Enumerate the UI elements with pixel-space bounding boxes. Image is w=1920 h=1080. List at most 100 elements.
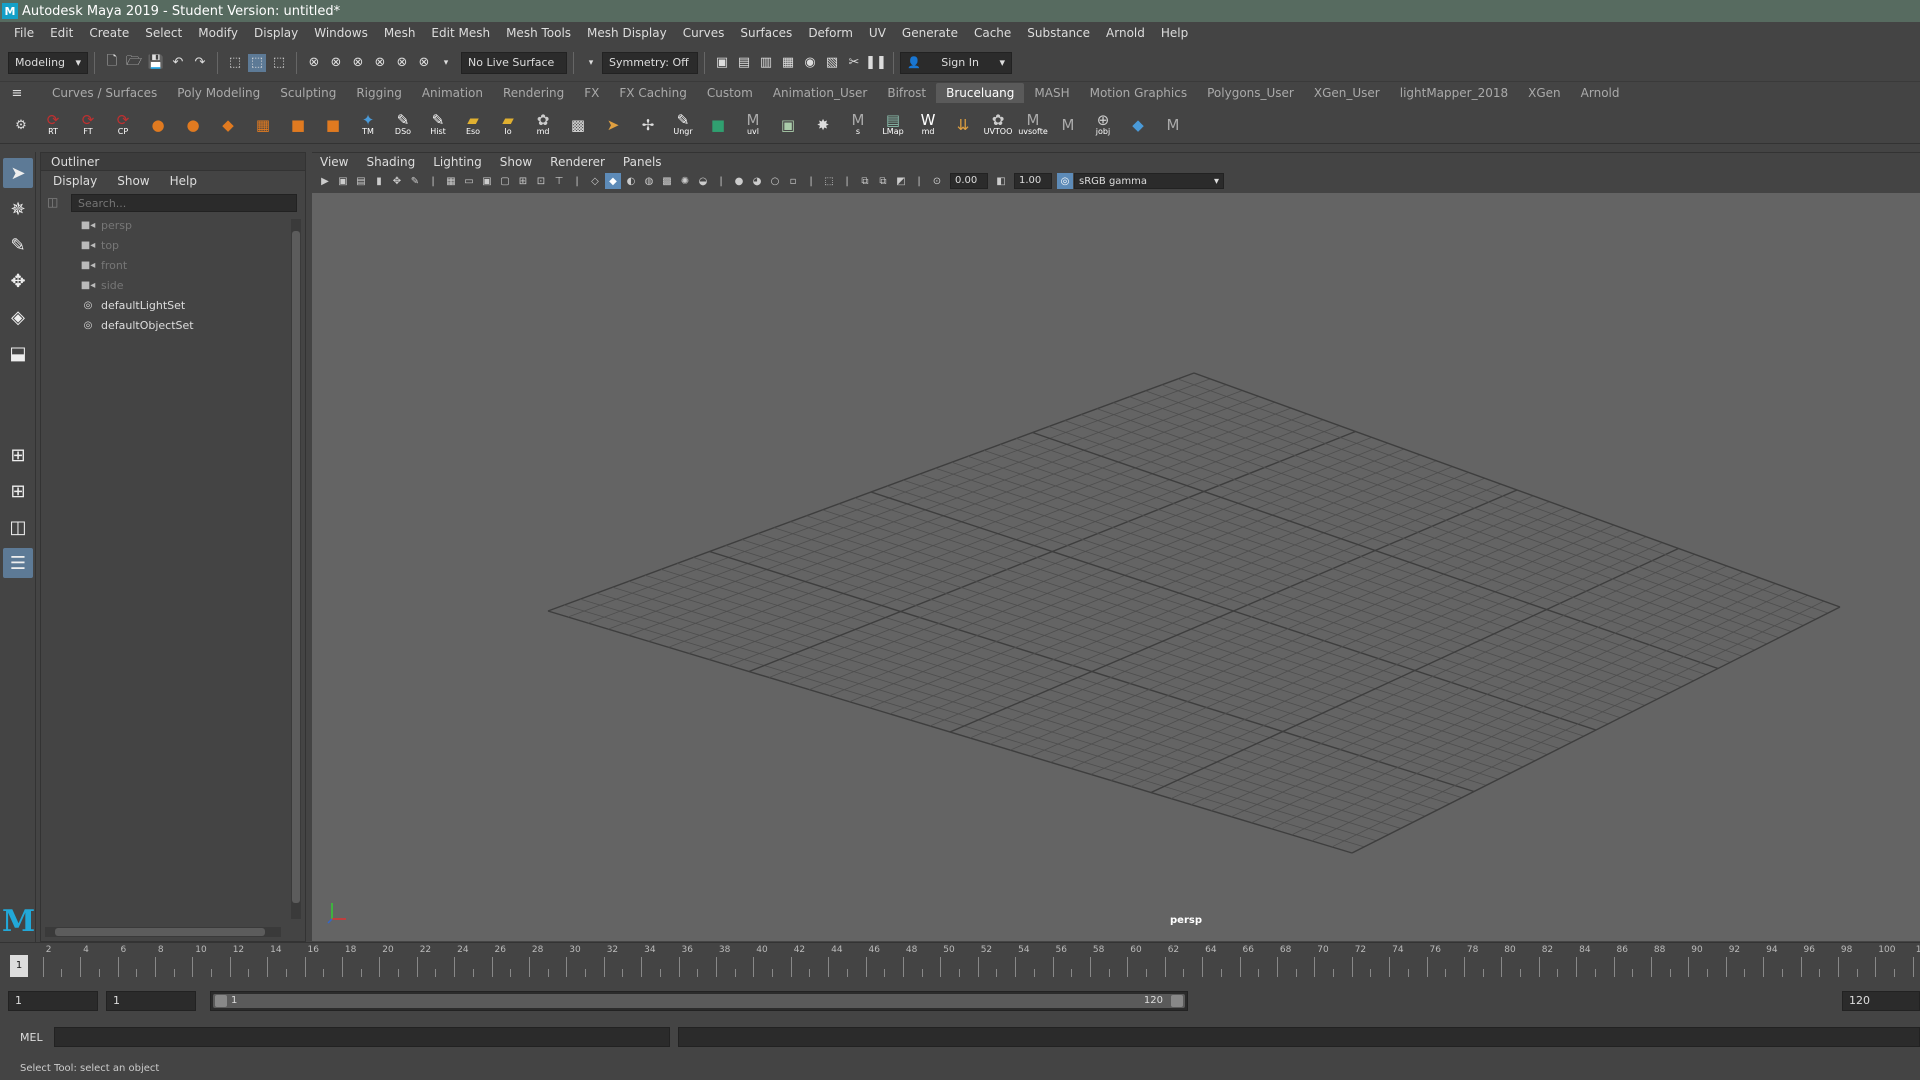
snap-vertex-icon[interactable]: ⊗ [415, 54, 433, 72]
film-gate-icon[interactable]: ▭ [461, 173, 477, 189]
shelf-tab[interactable]: XGen [1518, 83, 1571, 103]
menu-item[interactable]: Arnold [1098, 26, 1153, 40]
m-script-2-icon[interactable]: M [1158, 108, 1188, 140]
depth-of-field-icon[interactable]: ▫ [785, 173, 801, 189]
outliner-menu-item[interactable]: Display [53, 174, 97, 188]
color-management-icon[interactable]: ◎ [1057, 173, 1073, 189]
menu-item[interactable]: Surfaces [732, 26, 800, 40]
tm-tool-icon[interactable]: ✦ TM [353, 108, 383, 140]
live-surface-field[interactable]: No Live Surface [461, 51, 567, 74]
2d-pan-zoom-icon[interactable]: ✥ [389, 173, 405, 189]
open-scene-icon[interactable]: 🗁 [125, 54, 143, 72]
redo-icon[interactable]: ↷ [191, 54, 209, 72]
chevron-down-icon[interactable]: ▾ [437, 54, 455, 72]
gate-mask-icon[interactable]: ▢ [497, 173, 513, 189]
shelf-tab[interactable]: Animation_User [763, 83, 878, 103]
save-scene-icon[interactable]: 💾 [147, 54, 165, 72]
anti-aliasing-icon[interactable]: ○ [767, 173, 783, 189]
menu-item[interactable]: Mesh Display [579, 26, 675, 40]
menu-item[interactable]: Select [137, 26, 190, 40]
ungr-tool-icon[interactable]: ✎ Ungr [668, 108, 698, 140]
outliner-item[interactable]: ■◂ persp [41, 215, 287, 235]
shelf-tab[interactable]: Bruceluang [936, 83, 1025, 103]
current-frame-marker[interactable]: 1 [10, 955, 28, 977]
xray-joints-icon[interactable]: ⧉ [857, 173, 873, 189]
shelf-tab[interactable]: lightMapper_2018 [1390, 83, 1518, 103]
menu-item[interactable]: Display [246, 26, 306, 40]
command-language-label[interactable]: MEL [0, 1031, 50, 1044]
ft-tool-icon[interactable]: ⟳ FT [73, 108, 103, 140]
shadows-icon[interactable]: ◒ [695, 173, 711, 189]
range-end-handle-icon[interactable] [1171, 995, 1183, 1007]
render-frame-icon[interactable]: ▤ [735, 54, 753, 72]
uvsofte-tool-icon[interactable]: Muvsofte [1018, 108, 1048, 140]
outliner-item[interactable]: ■◂ side [41, 275, 287, 295]
scale-tool-icon[interactable]: ⬓ [3, 338, 33, 368]
safe-title-icon[interactable]: ⊤ [551, 173, 567, 189]
color-space-dropdown[interactable]: sRGB gamma ▾ [1074, 173, 1224, 189]
range-slider[interactable]: 1 120 [210, 991, 1188, 1011]
render-sequence-icon[interactable]: ✂ [845, 54, 863, 72]
viewport-menu-item[interactable]: Panels [623, 155, 662, 169]
m-script-icon[interactable]: M [1053, 108, 1083, 140]
resolution-gate-icon[interactable]: ▣ [479, 173, 495, 189]
menu-item[interactable]: File [6, 26, 42, 40]
cp-tool-icon[interactable]: ⟳ CP [108, 108, 138, 140]
snap-grid-icon[interactable]: ⊗ [305, 54, 323, 72]
render-settings-icon[interactable]: ▦ [779, 54, 797, 72]
gear-sphere-icon[interactable]: ✸ [808, 108, 838, 140]
md-script-icon[interactable]: ✿ md [528, 108, 558, 140]
shelf-tab[interactable]: Sculpting [270, 83, 346, 103]
stack-arrows-icon[interactable]: ⇊ [948, 108, 978, 140]
s-tool-icon[interactable]: Ms [843, 108, 873, 140]
viewport-menu-item[interactable]: Lighting [433, 155, 482, 169]
ambient-occlusion-icon[interactable]: ● [731, 173, 747, 189]
command-input[interactable] [54, 1027, 670, 1047]
orange-sphere-2-icon[interactable]: ● [178, 108, 208, 140]
exposure-field[interactable]: 0.00 [950, 173, 988, 189]
uvl-tool-icon[interactable]: Muvl [738, 108, 768, 140]
menu-item[interactable]: Help [1153, 26, 1196, 40]
menu-item[interactable]: Modify [190, 26, 246, 40]
menu-item[interactable]: Create [81, 26, 137, 40]
shelf-tab[interactable]: Arnold [1571, 83, 1630, 103]
end-time-field[interactable]: 120 [1842, 991, 1920, 1011]
backface-culling-icon[interactable]: ◩ [893, 173, 909, 189]
jobj-tool-icon[interactable]: ⊕ jobj [1088, 108, 1118, 140]
exposure-icon[interactable]: ⊙ [929, 173, 945, 189]
grid-toggle-icon[interactable]: ▦ [443, 173, 459, 189]
outliner-menu-item[interactable]: Show [117, 174, 149, 188]
wireframe-icon[interactable]: ◇ [587, 173, 603, 189]
orange-grid-icon[interactable]: ▦ [248, 108, 278, 140]
filter-icon[interactable]: ◫ [47, 195, 58, 209]
four-pane-layout-icon[interactable]: ⊞ [3, 476, 33, 506]
hist-tool-icon[interactable]: ✎ Hist [423, 108, 453, 140]
move-tool-icon[interactable]: ✥ [3, 266, 33, 296]
viewport-menu-item[interactable]: Shading [366, 155, 415, 169]
shelf-tab[interactable]: Bifrost [877, 83, 936, 103]
menu-item[interactable]: Generate [894, 26, 966, 40]
shelf-tab[interactable]: Rendering [493, 83, 574, 103]
outliner-layout-icon[interactable]: ☰ [3, 548, 33, 578]
md-active-icon[interactable]: Wmd [913, 108, 943, 140]
isolate-select-icon[interactable]: ⬚ [821, 173, 837, 189]
shelf-tab[interactable]: Polygons_User [1197, 83, 1304, 103]
checker-icon[interactable]: ▩ [563, 108, 593, 140]
menu-item[interactable]: Mesh [376, 26, 424, 40]
lmap-tool-icon[interactable]: ▤ LMap [878, 108, 908, 140]
shelf-tab[interactable]: FX [574, 83, 609, 103]
menu-item[interactable]: Deform [800, 26, 861, 40]
bookmark-icon[interactable]: ▤ [353, 173, 369, 189]
sign-in-button[interactable]: 👤 Sign In ▾ [900, 51, 1012, 74]
two-pane-layout-icon[interactable]: ◫ [3, 512, 33, 542]
chevron-down-icon[interactable]: ▾ [582, 54, 600, 72]
menu-item[interactable]: Curves [675, 26, 733, 40]
single-pane-layout-icon[interactable]: ⊞ [3, 440, 33, 470]
symmetry-dropdown[interactable]: Symmetry: Off [602, 51, 698, 74]
range-start-handle-icon[interactable] [215, 995, 227, 1007]
orange-cube-2-icon[interactable]: ■ [318, 108, 348, 140]
viewport-menu-item[interactable]: Renderer [550, 155, 605, 169]
time-slider-track[interactable]: 2 4 6 8 10 12 14 16 18 20 22 24 26 28 30 32 34 36 38 40 42 44… [14, 943, 1920, 981]
shelf-tab[interactable]: Rigging [346, 83, 411, 103]
outliner-item[interactable]: ■◂ front [41, 255, 287, 275]
